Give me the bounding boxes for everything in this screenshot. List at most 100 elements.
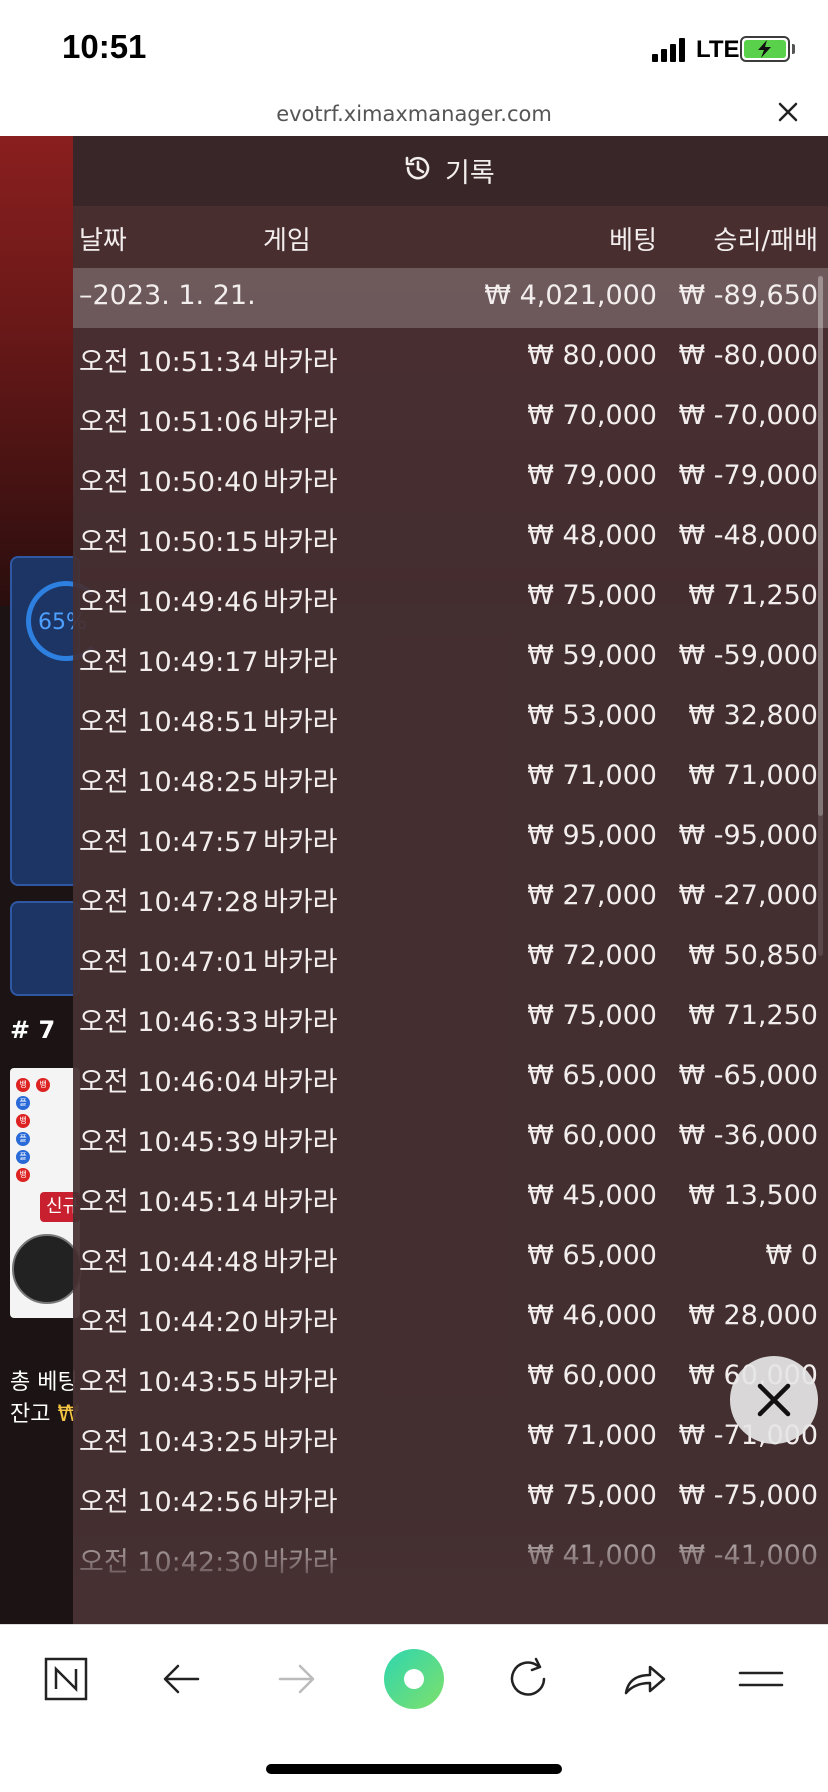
history-row[interactable]: 오전 10:49:46 바카라 ₩ 75,000 ₩ 71,250	[73, 568, 828, 628]
battery-cap	[792, 44, 795, 54]
summary-date: –2023. 1. 21.	[79, 280, 256, 311]
url-bar[interactable]: evotrf.ximaxmanager.com	[0, 96, 828, 136]
row-bet: ₩ 72,000	[527, 940, 657, 971]
history-row[interactable]: 오전 10:43:25바카라₩ 71,000₩ -71,000	[73, 1408, 828, 1468]
row-win-loss: ₩ -59,000	[678, 640, 819, 671]
balance-label: 잔고 ₩	[10, 1396, 79, 1428]
row-bet: ₩ 60,000	[527, 1360, 657, 1391]
column-win-loss: 승리/패배	[713, 226, 818, 256]
naver-home-button[interactable]	[32, 1643, 102, 1713]
history-row[interactable]: 오전 10:48:25 바카라 ₩ 71,000 ₩ 71,000	[73, 748, 828, 808]
row-bet: ₩ 80,000	[527, 340, 657, 371]
chip-button[interactable]	[12, 1234, 82, 1304]
share-button[interactable]	[610, 1643, 680, 1713]
row-game: 바카라	[263, 1067, 338, 1098]
reload-button[interactable]	[494, 1643, 564, 1713]
history-row[interactable]: 오전 10:45:14 바카라 ₩ 45,000 ₩ 13,500	[73, 1168, 828, 1228]
row-game: 바카라	[263, 947, 338, 978]
history-row[interactable]: 오전 10:46:04 바카라 ₩ 65,000 ₩ -65,000	[73, 1048, 828, 1108]
row-time: 오전 10:43:25	[79, 1427, 259, 1458]
history-row[interactable]: 오전 10:43:55바카라₩ 60,000₩ 60,000	[73, 1348, 828, 1408]
row-time: 오전 10:50:15	[79, 527, 259, 558]
row-bet: ₩ 71,000	[527, 760, 657, 791]
row-time: 오전 10:50:40	[79, 467, 259, 498]
column-game: 게임	[263, 226, 311, 256]
green-circle-icon	[384, 1649, 444, 1709]
row-bet: ₩ 75,000	[527, 1480, 657, 1511]
history-row[interactable]: 오전 10:50:40 바카라 ₩ 79,000 ₩ -79,000	[73, 448, 828, 508]
row-win-loss: ₩ 71,250	[688, 580, 818, 611]
hamburger-menu-icon	[738, 1671, 784, 1687]
history-row[interactable]: 오전 10:44:48 바카라 ₩ 65,000 ₩ 0	[73, 1228, 828, 1288]
row-game: 바카라	[263, 1367, 338, 1398]
reload-icon	[510, 1657, 546, 1696]
row-bet: ₩ 60,000	[527, 1120, 657, 1151]
row-win-loss: ₩ -27,000	[678, 880, 819, 911]
history-row[interactable]: 오전 10:49:17 바카라 ₩ 59,000 ₩ -59,000	[73, 628, 828, 688]
history-row[interactable]: 오전 10:47:01 바카라 ₩ 72,000 ₩ 50,850	[73, 928, 828, 988]
row-game: 바카라	[263, 647, 338, 678]
row-bet: ₩ 65,000	[527, 1060, 657, 1091]
row-bet: ₩ 48,000	[527, 520, 657, 551]
history-row[interactable]: 오전 10:44:20 바카라 ₩ 46,000 ₩ 28,000	[73, 1288, 828, 1348]
menu-button[interactable]	[726, 1643, 796, 1713]
history-row[interactable]: 오전 10:50:15 바카라 ₩ 48,000 ₩ -48,000	[73, 508, 828, 568]
row-game: 바카라	[263, 527, 338, 558]
back-button[interactable]	[148, 1643, 218, 1713]
history-row[interactable]: 오전 10:45:39 바카라 ₩ 60,000 ₩ -36,000	[73, 1108, 828, 1168]
green-dot-button[interactable]	[378, 1639, 458, 1719]
row-bet: ₩ 45,000	[527, 1180, 657, 1211]
history-row[interactable]: 오전 10:47:28 바카라 ₩ 27,000 ₩ -27,000	[73, 868, 828, 928]
row-game: 바카라	[263, 587, 338, 618]
row-bet: ₩ 27,000	[527, 880, 657, 911]
row-time: 오전 10:44:20	[79, 1307, 259, 1338]
row-bet: ₩ 46,000	[527, 1300, 657, 1331]
close-history-button[interactable]	[730, 1356, 818, 1444]
status-time: 10:51	[62, 28, 147, 65]
summary-row[interactable]: –2023. 1. 21. ₩ 4,021,000 ₩ -89,650	[73, 268, 828, 328]
row-win-loss: ₩ 13,500	[688, 1180, 818, 1211]
row-win-loss: ₩ -70,000	[678, 400, 819, 431]
row-game: 바카라	[263, 827, 338, 858]
home-indicator	[266, 1764, 562, 1774]
history-row[interactable]: 오전 10:48:51 바카라 ₩ 53,000 ₩ 32,800	[73, 688, 828, 748]
network-label: LTE	[696, 36, 740, 63]
row-game: 바카라	[263, 347, 338, 378]
row-bet: ₩ 70,000	[527, 400, 657, 431]
total-bet-label: 총 베팅	[10, 1370, 78, 1395]
row-win-loss: ₩ 71,000	[688, 760, 818, 791]
row-time: 오전 10:47:01	[79, 947, 259, 978]
row-game: 바카라	[263, 1427, 338, 1458]
naver-n-icon	[44, 1657, 88, 1701]
history-row[interactable]: 오전 10:51:34 바카라 ₩ 80,000 ₩ -80,000	[73, 328, 828, 388]
row-bet: ₩ 95,000	[527, 820, 657, 851]
row-time: 오전 10:48:25	[79, 767, 259, 798]
history-title-wrap: 기록	[403, 150, 495, 190]
history-row[interactable]: 오전 10:51:06 바카라 ₩ 70,000 ₩ -70,000	[73, 388, 828, 448]
arrow-left-icon	[163, 1664, 200, 1694]
history-row[interactable]: 오전 10:46:33 바카라 ₩ 75,000 ₩ 71,250	[73, 988, 828, 1048]
close-icon[interactable]	[772, 96, 804, 128]
row-time: 오전 10:51:06	[79, 407, 259, 438]
forward-button[interactable]	[262, 1643, 332, 1713]
history-panel: 기록 날짜 게임 베팅 승리/패배 –2023. 1. 21. ₩ 4,021,…	[73, 136, 828, 1624]
close-x-icon	[757, 1383, 791, 1417]
row-game: 바카라	[263, 1247, 338, 1278]
row-win-loss: ₩ -65,000	[678, 1060, 819, 1091]
summary-bet: ₩ 4,021,000	[484, 280, 657, 311]
column-date: 날짜	[79, 226, 127, 256]
row-bet: ₩ 75,000	[527, 580, 657, 611]
url-text[interactable]: evotrf.ximaxmanager.com	[0, 102, 828, 126]
history-row[interactable]: 오전 10:47:57 바카라 ₩ 95,000 ₩ -95,000	[73, 808, 828, 868]
scrollbar-thumb[interactable]	[818, 276, 823, 816]
bet-panel-secondary[interactable]	[10, 901, 80, 996]
row-win-loss: ₩ 28,000	[688, 1300, 818, 1331]
row-win-loss: ₩ -36,000	[678, 1120, 819, 1151]
row-game: 바카라	[263, 1187, 338, 1218]
row-win-loss: ₩ 50,850	[688, 940, 818, 971]
table-header: 날짜 게임 베팅 승리/패배	[73, 206, 828, 268]
round-number: # 7	[10, 1016, 56, 1044]
row-bet: ₩ 75,000	[527, 1000, 657, 1031]
row-time: 오전 10:49:17	[79, 647, 259, 678]
row-game: 바카라	[263, 407, 338, 438]
